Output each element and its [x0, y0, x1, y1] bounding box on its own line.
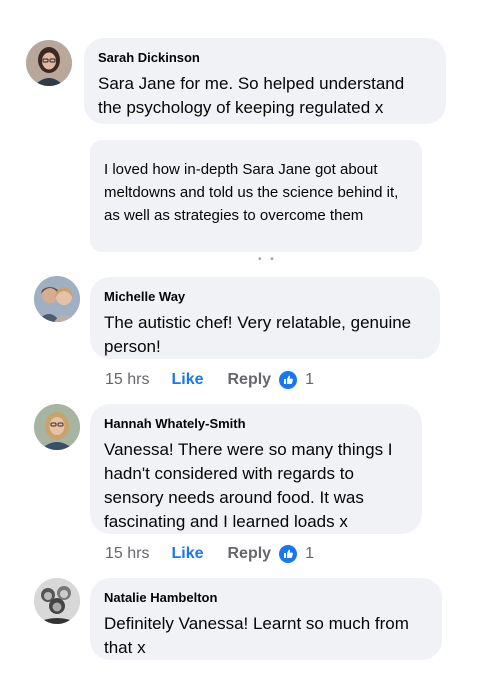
thumbs-up-icon[interactable]	[279, 371, 298, 389]
quoted-comment-card: I loved how in-depth Sara Jane got about…	[90, 140, 422, 252]
reaction-count: 1	[305, 371, 314, 388]
comment-author[interactable]: Michelle Way	[104, 289, 426, 305]
comment-text: Vanessa! There were so many things I had…	[104, 440, 393, 531]
comment-timestamp[interactable]: 15 hrs	[105, 371, 149, 389]
comment-actions: 15 hrs Like Reply 1	[105, 543, 314, 565]
thumbs-up-icon[interactable]	[279, 545, 298, 563]
reply-button[interactable]: Reply	[227, 545, 271, 563]
avatar-hannah-whately-smith[interactable]	[34, 404, 80, 450]
comment-text: The autistic chef! Very relatable, genui…	[104, 313, 412, 356]
comment-author[interactable]: Hannah Whately-Smith	[104, 416, 408, 432]
comment-author[interactable]: Natalie Hambelton	[104, 590, 428, 606]
comment-author[interactable]: Sarah Dickinson	[98, 50, 432, 66]
reply-button[interactable]: Reply	[227, 371, 271, 389]
comment-bubble: Hannah Whately-Smith Vanessa! There were…	[90, 404, 422, 534]
comment-timestamp[interactable]: 15 hrs	[105, 545, 149, 563]
more-dots-indicator: • •	[258, 254, 277, 265]
comment-bubble: Sarah Dickinson Sara Jane for me. So hel…	[84, 38, 446, 124]
avatar-natalie-hambelton[interactable]	[34, 578, 80, 624]
quoted-comment-text: I loved how in-depth Sara Jane got about…	[104, 161, 399, 224]
comment-text: Sara Jane for me. So helped understand t…	[98, 74, 405, 117]
comment-bubble: Natalie Hambelton Definitely Vanessa! Le…	[90, 578, 442, 660]
avatar-michelle-way[interactable]	[34, 276, 80, 322]
comment-text: Definitely Vanessa! Learnt so much from …	[104, 614, 409, 657]
comment-bubble: Michelle Way The autistic chef! Very rel…	[90, 277, 440, 359]
avatar-sarah-dickinson[interactable]	[26, 40, 72, 86]
reaction-count: 1	[305, 545, 314, 562]
comment-actions: 15 hrs Like Reply 1	[105, 369, 314, 391]
like-button[interactable]: Like	[171, 545, 203, 563]
like-button[interactable]: Like	[171, 371, 203, 389]
